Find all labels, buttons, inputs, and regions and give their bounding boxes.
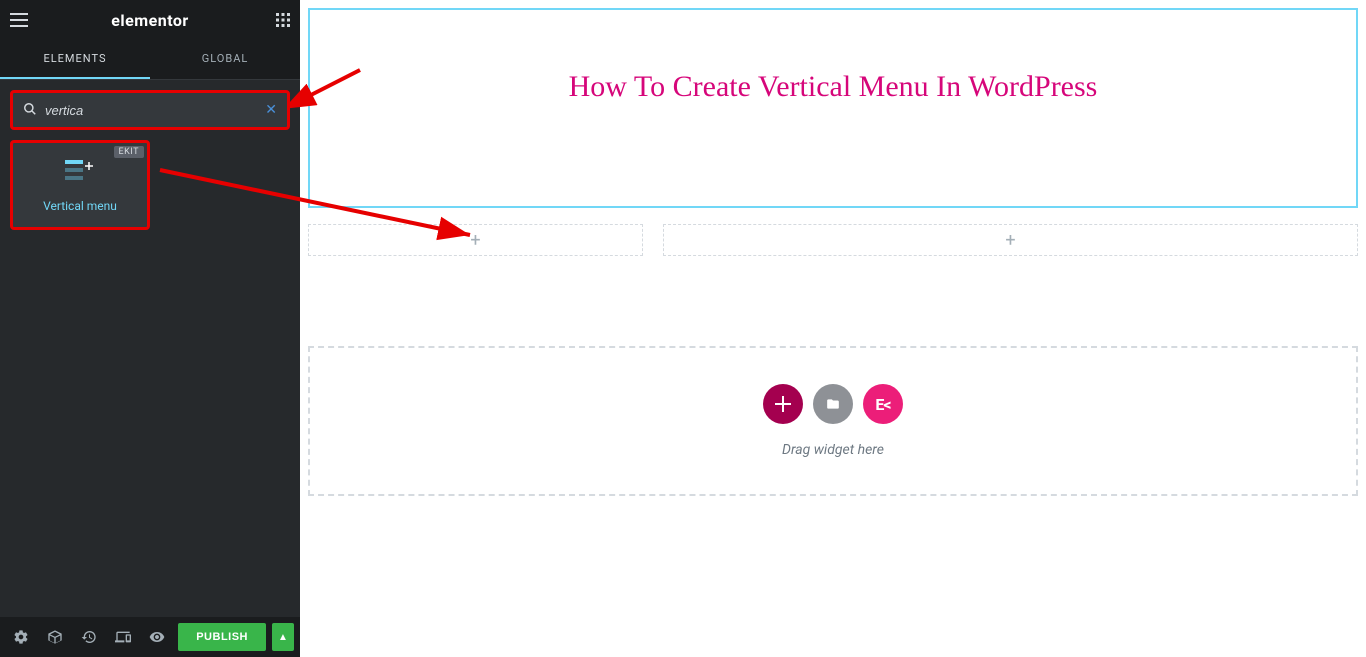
clear-search-icon[interactable]: ✕ <box>265 102 277 118</box>
drop-widget-area[interactable]: E< Drag widget here <box>308 346 1358 496</box>
sidebar-tabs: ELEMENTS GLOBAL <box>0 40 300 80</box>
column-right[interactable]: + <box>663 224 1358 256</box>
search-widgets-input[interactable] <box>45 103 265 118</box>
preview-icon[interactable] <box>142 622 172 652</box>
search-icon <box>23 101 37 120</box>
sidebar-footer: PUBLISH ▲ <box>0 617 300 657</box>
widget-source-badge: EKIT <box>114 146 144 158</box>
two-column-section: + + <box>308 224 1358 256</box>
search-container: ✕ <box>10 90 290 130</box>
column-left[interactable]: + <box>308 224 643 256</box>
tab-elements[interactable]: ELEMENTS <box>0 40 150 79</box>
responsive-icon[interactable] <box>108 622 138 652</box>
add-template-button[interactable] <box>813 384 853 424</box>
page-title: How To Create Vertical Menu In WordPress <box>330 70 1336 104</box>
add-section-button[interactable] <box>763 384 803 424</box>
widget-vertical-menu[interactable]: EKIT Vertical menu <box>10 140 150 230</box>
sidebar-header: elementor <box>0 0 300 40</box>
editor-canvas: How To Create Vertical Menu In WordPress… <box>300 0 1366 657</box>
widgets-grid: EKIT Vertical menu <box>0 140 300 230</box>
add-section-buttons: E< <box>763 384 903 424</box>
publish-button[interactable]: PUBLISH <box>178 623 266 651</box>
plus-icon: + <box>470 230 480 251</box>
hamburger-menu-icon[interactable] <box>10 13 30 27</box>
ekit-logo-icon: E< <box>875 395 890 414</box>
navigator-icon[interactable] <box>40 622 70 652</box>
vertical-menu-icon <box>65 158 95 189</box>
add-ekit-button[interactable]: E< <box>863 384 903 424</box>
drag-hint-text: Drag widget here <box>782 442 884 458</box>
plus-icon: + <box>1005 230 1015 251</box>
apps-grid-icon[interactable] <box>270 13 290 27</box>
elementor-sidebar: elementor ELEMENTS GLOBAL ✕ EKIT <box>0 0 300 657</box>
history-icon[interactable] <box>74 622 104 652</box>
elementor-logo: elementor <box>30 11 270 30</box>
tab-global[interactable]: GLOBAL <box>150 40 300 79</box>
publish-options-button[interactable]: ▲ <box>272 623 294 651</box>
settings-icon[interactable] <box>6 622 36 652</box>
widget-label: Vertical menu <box>43 199 117 213</box>
search-box: ✕ <box>10 90 290 130</box>
active-section[interactable]: How To Create Vertical Menu In WordPress <box>308 8 1358 208</box>
